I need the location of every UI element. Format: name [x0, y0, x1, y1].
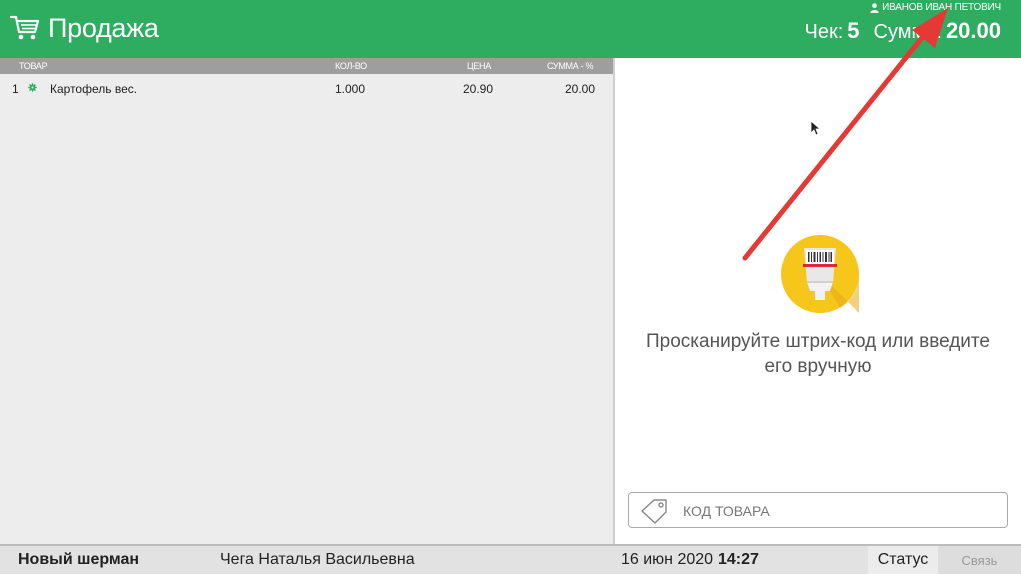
row-name: Картофель вес. [50, 82, 138, 96]
status-button[interactable]: Статус [868, 546, 938, 574]
cashier-name: Чега Наталья Васильевна [220, 551, 415, 568]
product-code-input[interactable] [681, 499, 995, 523]
table-header: ТОВАР КОЛ-ВО ЦЕНА СУММА - % [0, 58, 613, 74]
check-label: Чек: [804, 21, 844, 43]
store-name: Новый шерман [18, 551, 140, 568]
current-date: 16 июн 2020 [621, 551, 714, 568]
scan-hint-line-1: Просканируйте штрих-код или введите [646, 331, 990, 352]
row-sum: 20.00 [565, 82, 596, 96]
cart-icon [10, 15, 40, 40]
gear-icon [28, 83, 37, 92]
current-time: 14:27 [718, 551, 759, 568]
scan-hint-line-2: его вручную [764, 356, 872, 377]
mouse-cursor-icon [810, 120, 820, 136]
column-header-item: ТОВАР [19, 61, 48, 71]
check-number: 5 [847, 18, 860, 43]
row-index: 1 [12, 82, 19, 96]
tag-icon [641, 499, 667, 524]
table-row[interactable]: 1 Картофель вес. 1.000 20.90 20.00 [0, 79, 613, 99]
column-header-price: ЦЕНА [467, 61, 491, 71]
items-panel: ТОВАР КОЛ-ВО ЦЕНА СУММА - % 1 Картофель … [0, 58, 613, 544]
sum-label: Сумма: [873, 21, 942, 43]
connection-button[interactable]: Связь [938, 546, 1021, 574]
status-bar: Новый шерман Чега Наталья Васильевна 16 … [0, 544, 1021, 574]
sum-value: 20.00 [945, 18, 1001, 43]
user-name: ИВАНОВ ИВАН ПЕТОВИЧ [882, 2, 1001, 13]
barcode-scanner-icon [781, 235, 860, 313]
user-info[interactable]: ИВАНОВ ИВАН ПЕТОВИЧ [870, 2, 1001, 13]
receipt-totals: Чек: 5 Сумма: 20.00 [805, 18, 1001, 44]
column-header-sum: СУММА - % [547, 61, 594, 71]
column-header-qty: КОЛ-ВО [335, 61, 367, 71]
user-icon [870, 2, 879, 13]
row-qty: 1.000 [335, 82, 366, 96]
product-code-field[interactable] [628, 492, 1008, 528]
app-header: Продажа ИВАНОВ ИВАН ПЕТОВИЧ Чек: 5 Сумма… [0, 0, 1021, 58]
scan-hint: Просканируйте штрих-код или введите его … [615, 329, 1021, 379]
row-price: 20.90 [463, 82, 494, 96]
page-title: Продажа [48, 13, 159, 43]
